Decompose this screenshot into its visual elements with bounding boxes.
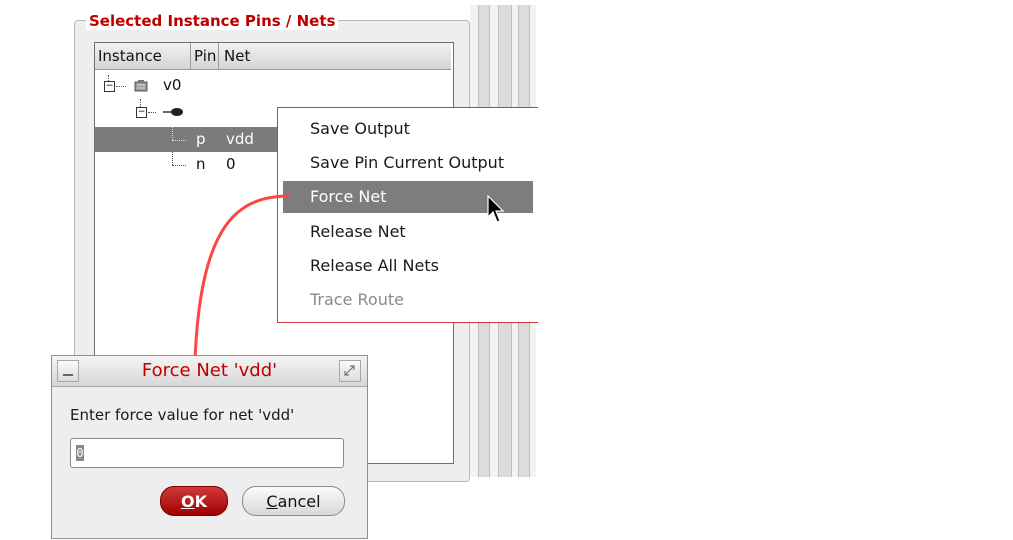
maximize-icon: [344, 365, 355, 376]
input-value: 0: [76, 445, 84, 461]
force-value-input[interactable]: [70, 438, 344, 468]
ok-button[interactable]: OK: [160, 486, 228, 516]
group-title: Selected Instance Pins / Nets: [86, 12, 339, 30]
callout-arrow: [188, 194, 291, 374]
minimize-button[interactable]: [57, 360, 79, 382]
menu-item-trace-route: Trace Route: [310, 290, 404, 309]
column-header-instance[interactable]: Instance: [95, 43, 191, 69]
instance-name: v0: [163, 76, 182, 94]
net-name: vdd: [226, 130, 254, 148]
dialog-title: Force Net 'vdd': [141, 360, 278, 381]
tree-line: [172, 152, 173, 165]
ok-mnemonic: O: [180, 492, 195, 511]
ok-label: K: [194, 492, 207, 511]
collapse-icon[interactable]: −: [136, 107, 147, 118]
column-header-pin[interactable]: Pin: [191, 43, 219, 69]
mouse-pointer-icon: [487, 195, 505, 223]
tree-line: [172, 127, 173, 140]
dialog-titlebar[interactable]: Force Net 'vdd': [52, 356, 367, 387]
menu-item-release-all-nets[interactable]: Release All Nets: [283, 250, 533, 282]
column-header-net[interactable]: Net: [221, 43, 444, 69]
instance-icon: [134, 80, 148, 92]
menu-item-save-output[interactable]: Save Output: [283, 113, 533, 145]
cancel-button[interactable]: Cancel: [242, 486, 345, 516]
cancel-mnemonic: C: [266, 492, 278, 511]
tree-line: [116, 86, 126, 87]
force-net-dialog: Force Net 'vdd' Enter force value for ne…: [51, 355, 368, 539]
maximize-button[interactable]: [339, 360, 361, 382]
dialog-prompt: Enter force value for net 'vdd': [70, 406, 295, 424]
pin-name: n: [196, 155, 206, 173]
cancel-label: ancel: [277, 492, 321, 511]
pin-name: p: [196, 130, 206, 148]
tree-header: Instance Pin Net: [95, 43, 451, 70]
tree-row-instance[interactable]: − v0: [95, 73, 451, 98]
tree-line: [172, 140, 186, 141]
tree-line: [148, 112, 156, 113]
collapse-icon[interactable]: −: [104, 81, 115, 92]
terminal-icon: [163, 108, 183, 116]
tree-line: [140, 99, 141, 107]
tree-line: [172, 165, 186, 166]
net-name: 0: [226, 155, 236, 173]
menu-item-save-pin-current-output[interactable]: Save Pin Current Output: [283, 147, 533, 179]
